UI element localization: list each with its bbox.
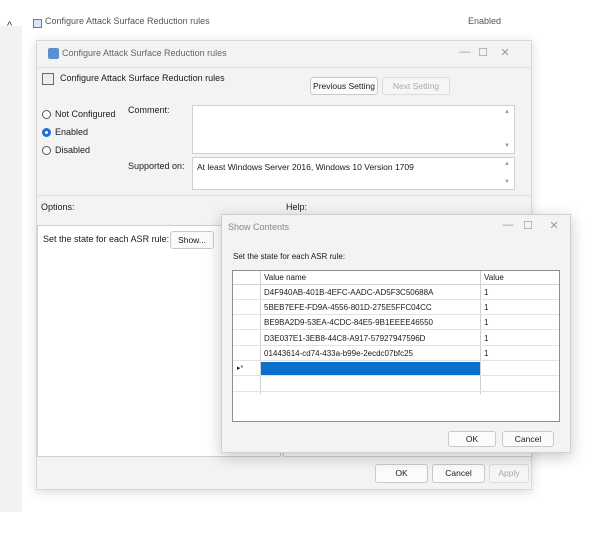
previous-setting-button[interactable]: Previous Setting: [310, 77, 378, 95]
divider: [37, 67, 531, 68]
show-contents-instruction: Set the state for each ASR rule:: [233, 252, 346, 261]
radio-disabled-label[interactable]: Disabled: [55, 145, 90, 155]
table-row-value[interactable]: 1: [484, 346, 488, 361]
table-row-value[interactable]: 1: [484, 331, 488, 346]
maximize-icon[interactable]: ☐: [473, 46, 493, 59]
table-row-name[interactable]: D3E037E1-3EB8-44C8-A917-57927947596D: [264, 331, 425, 346]
policy-app-icon: [48, 48, 59, 59]
scroll-up-icon[interactable]: ▲: [504, 161, 510, 167]
scroll-down-icon[interactable]: ▼: [504, 143, 510, 149]
table-row-value[interactable]: 1: [484, 285, 488, 300]
scroll-up-icon[interactable]: ▲: [504, 109, 510, 115]
minimize-icon[interactable]: —: [455, 46, 475, 58]
table-row-value[interactable]: 1: [484, 300, 488, 315]
radio-disabled[interactable]: [42, 146, 51, 155]
ok-button[interactable]: OK: [375, 464, 428, 483]
table-row-name[interactable]: 01443614-cd74-433a-b99e-2ecdc07bfc25: [264, 346, 413, 361]
column-header-value-name[interactable]: Value name: [264, 271, 464, 284]
cancel-button[interactable]: Cancel: [502, 431, 554, 447]
minimize-icon[interactable]: —: [498, 219, 518, 231]
comment-field[interactable]: ▲ ▼: [192, 105, 515, 154]
row-divider: [233, 375, 559, 376]
caret-up-icon[interactable]: ^: [7, 20, 12, 32]
radio-enabled[interactable]: [42, 128, 51, 137]
show-button[interactable]: Show...: [170, 231, 214, 249]
supported-on-value: At least Windows Server 2016, Windows 10…: [197, 162, 414, 172]
policy-row-state: Enabled: [468, 16, 502, 26]
help-label: Help:: [286, 202, 308, 212]
policy-setting-icon: [33, 19, 42, 28]
divider: [37, 195, 531, 196]
ok-button[interactable]: OK: [448, 431, 496, 447]
radio-not-configured[interactable]: [42, 110, 51, 119]
asr-option-label: Set the state for each ASR rule:: [43, 234, 170, 244]
apply-button[interactable]: Apply: [489, 464, 529, 483]
options-label: Options:: [41, 202, 75, 212]
policy-row-label[interactable]: Configure Attack Surface Reduction rules: [45, 16, 210, 26]
comment-label: Comment:: [128, 105, 170, 115]
close-icon[interactable]: ✕: [495, 46, 515, 59]
radio-enabled-label[interactable]: Enabled: [55, 127, 88, 137]
new-row-marker: ▸*: [237, 365, 244, 372]
show-contents-title: Show Contents: [228, 222, 290, 232]
maximize-icon[interactable]: ☐: [518, 219, 538, 232]
new-row-name-cell-selected[interactable]: [261, 362, 480, 375]
policy-name: Configure Attack Surface Reduction rules: [60, 73, 225, 83]
show-contents-dialog: Show Contents — ☐ ✕ Set the state for ea…: [221, 214, 571, 453]
scroll-down-icon[interactable]: ▼: [504, 179, 510, 185]
table-row-name[interactable]: 5BEB7EFE-FD9A-4556-801D-275E5FFC04CC: [264, 300, 432, 315]
row-divider: [233, 391, 559, 392]
close-icon[interactable]: ✕: [544, 219, 564, 232]
left-scroll-track: [0, 26, 22, 512]
next-setting-button[interactable]: Next Setting: [382, 77, 450, 95]
supported-on-label: Supported on:: [128, 161, 185, 171]
cancel-button[interactable]: Cancel: [432, 464, 485, 483]
supported-on-field: At least Windows Server 2016, Windows 10…: [192, 157, 515, 190]
policy-setting-icon: [42, 73, 54, 85]
table-row-name[interactable]: D4F940AB-401B-4EFC-AADC-AD5F3C50688A: [264, 285, 433, 300]
dialog-title: Configure Attack Surface Reduction rules: [62, 48, 227, 58]
table-row-value[interactable]: 1: [484, 315, 488, 330]
column-header-value[interactable]: Value: [484, 271, 544, 284]
radio-not-configured-label[interactable]: Not Configured: [55, 109, 116, 119]
table-row-name[interactable]: BE9BA2D9-53EA-4CDC-84E5-9B1EEEE46550: [264, 315, 433, 330]
values-grid[interactable]: Value name Value D4F940AB-401B-4EFC-AADC…: [232, 270, 560, 422]
